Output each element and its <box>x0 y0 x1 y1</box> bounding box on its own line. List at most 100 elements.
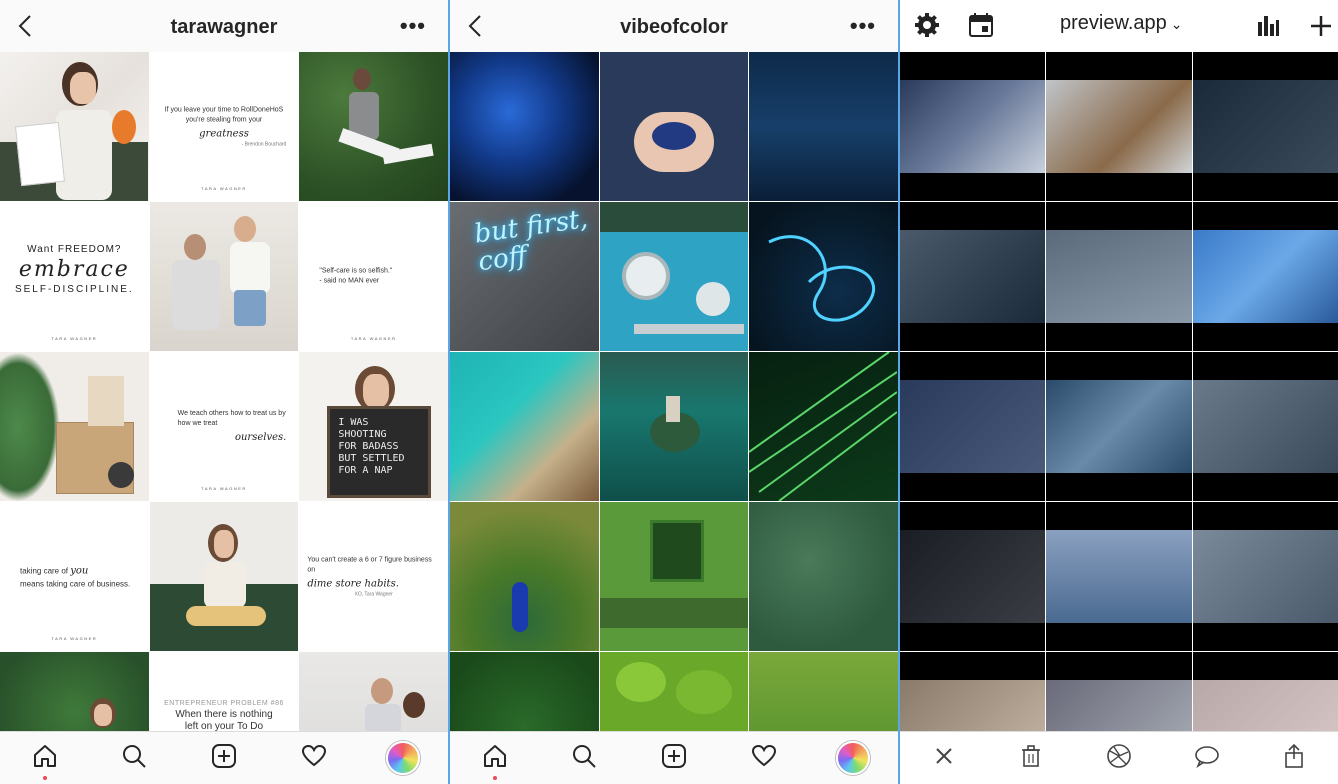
delete-button[interactable] <box>1011 738 1051 778</box>
share-icon <box>1283 743 1305 774</box>
preview-cell[interactable] <box>900 502 1046 651</box>
nav-profile[interactable] <box>383 738 423 778</box>
preview-title[interactable]: preview.app ⌄ <box>1060 12 1182 35</box>
nav-activity[interactable] <box>294 738 334 778</box>
preview-cell[interactable] <box>900 52 1046 201</box>
brand-tag: TARA WAGNER <box>201 486 247 491</box>
speech-bubble-icon <box>1194 744 1220 773</box>
plus-square-icon <box>211 743 237 774</box>
preview-app-panel: preview.app ⌄ <box>900 0 1338 784</box>
grid-photo-plant-drawers[interactable] <box>0 352 149 501</box>
bottom-nav <box>0 731 448 784</box>
quote-text: If you leave your time to RollDoneHoS yo… <box>164 105 284 124</box>
grid-quote-care[interactable]: taking care of you means taking care of … <box>0 502 149 651</box>
brand-tag: TARA WAGNER <box>201 186 247 191</box>
bar-chart-icon[interactable] <box>1256 12 1280 43</box>
share-button[interactable] <box>1274 738 1314 778</box>
entre-label: ENTREPRENEUR PROBLEM #86 <box>164 700 284 707</box>
grid-photo-dark-ocean[interactable] <box>749 52 898 201</box>
grid-photo-woman-hedge[interactable] <box>299 52 448 201</box>
grid-photo-lake-island[interactable] <box>599 352 749 501</box>
preview-cell[interactable] <box>1192 502 1338 651</box>
care-line1: taking care of <box>20 566 69 575</box>
bottom-nav <box>450 731 898 784</box>
preview-cell[interactable] <box>900 352 1046 501</box>
active-indicator-dot <box>42 776 47 780</box>
close-icon <box>933 745 955 772</box>
nav-search[interactable] <box>114 738 154 778</box>
active-indicator-dot <box>492 776 497 780</box>
header-bar: tarawagner ••• <box>0 0 448 53</box>
selfcare-line1: "Self-care is so selfish." <box>319 267 393 274</box>
nav-profile[interactable] <box>833 738 873 778</box>
freedom-line3: SELF-DISCIPLINE. <box>14 284 134 295</box>
preview-cell[interactable] <box>1046 52 1192 201</box>
grid-photo-neon-wire[interactable] <box>749 202 898 351</box>
home-icon <box>482 743 508 774</box>
grid-photo-green-lines[interactable] <box>749 352 898 501</box>
grid-photo-woman-couch[interactable] <box>149 502 299 651</box>
more-options-icon[interactable]: ••• <box>850 15 876 37</box>
selfcare-line2: - said no MAN ever <box>319 277 380 285</box>
grid-quote-greatness[interactable]: If you leave your time to RollDoneHoS yo… <box>149 52 299 201</box>
profile-username: vibeofcolor <box>620 16 728 38</box>
grid-quote-freedom[interactable]: Want FREEDOM? embrace SELF-DISCIPLINE. T… <box>0 202 149 351</box>
brand-tag: TARA WAGNER <box>350 336 397 341</box>
close-button[interactable] <box>924 738 964 778</box>
search-icon <box>571 743 597 774</box>
more-options-icon[interactable]: ••• <box>400 15 426 37</box>
sixfig-author: XO, Tara Wagner <box>354 590 393 597</box>
preview-cell[interactable] <box>1192 52 1338 201</box>
brand-tag: TARA WAGNER <box>51 336 98 341</box>
photo-grid: If you leave your time to RollDoneHoS yo… <box>0 52 448 784</box>
teach-script: ourselves. <box>234 431 287 443</box>
grid-photo-blue-car[interactable] <box>599 202 749 351</box>
calendar-icon[interactable] <box>968 12 994 43</box>
comment-button[interactable] <box>1187 738 1227 778</box>
nav-home[interactable] <box>475 738 515 780</box>
preview-bottom-toolbar <box>900 731 1338 784</box>
aperture-icon <box>1106 743 1132 774</box>
nav-search[interactable] <box>564 738 604 778</box>
preview-cell[interactable] <box>900 202 1046 351</box>
grid-photo-cactus[interactable] <box>749 502 898 651</box>
nav-home[interactable] <box>25 738 65 780</box>
header-bar: vibeofcolor ••• <box>450 0 898 53</box>
grid-quote-sixfigure[interactable]: You can't create a 6 or 7 figure busines… <box>299 502 448 651</box>
filter-button[interactable] <box>1099 738 1139 778</box>
chevron-down-icon: ⌄ <box>1170 16 1183 32</box>
photo-grid: but first, coff <box>450 52 898 784</box>
gear-icon[interactable] <box>914 12 940 43</box>
preview-cell[interactable] <box>1046 202 1192 351</box>
preview-cell[interactable] <box>1192 352 1338 501</box>
profile-panel-vibeofcolor: vibeofcolor ••• but first, coff <box>450 0 898 784</box>
grid-quote-selfcare[interactable]: "Self-care is so selfish." - said no MAN… <box>299 202 448 351</box>
home-icon <box>32 743 58 774</box>
nav-activity[interactable] <box>744 738 784 778</box>
quote-author: - Brendon Bouchard <box>241 140 287 147</box>
grid-photo-letterboard[interactable]: I WAS SHOOTING FOR BADASS BUT SETTLED FO… <box>299 352 448 501</box>
preview-cell[interactable] <box>1192 202 1338 351</box>
plus-icon[interactable] <box>1310 12 1332 43</box>
grid-photo-blueberries-hands[interactable] <box>599 52 749 201</box>
nav-add[interactable] <box>654 738 694 778</box>
grid-photo-green-window[interactable] <box>599 502 749 651</box>
quote-script: greatness <box>199 127 249 139</box>
profile-panel-tarawagner: tarawagner ••• If you leave your time to… <box>0 0 448 784</box>
grid-photo-couple[interactable] <box>149 202 299 351</box>
preview-toolbar: preview.app ⌄ <box>900 0 1338 53</box>
trash-icon <box>1020 744 1042 773</box>
preview-cell[interactable] <box>1046 352 1192 501</box>
grid-photo-woman-with-book[interactable] <box>0 52 149 201</box>
grid-quote-teach[interactable]: We teach others how to treat us by how w… <box>149 352 299 501</box>
plus-square-icon <box>661 743 687 774</box>
brand-tag: TARA WAGNER <box>51 636 98 641</box>
heart-icon <box>301 743 327 774</box>
nav-add[interactable] <box>204 738 244 778</box>
grid-photo-peacock[interactable] <box>450 502 599 651</box>
grid-photo-neon-sign[interactable]: but first, coff <box>450 202 599 351</box>
preview-cell[interactable] <box>1046 502 1192 651</box>
care-script: you <box>70 565 89 576</box>
grid-photo-aerial-beach[interactable] <box>450 352 599 501</box>
grid-photo-blue-flowers[interactable] <box>450 52 599 201</box>
